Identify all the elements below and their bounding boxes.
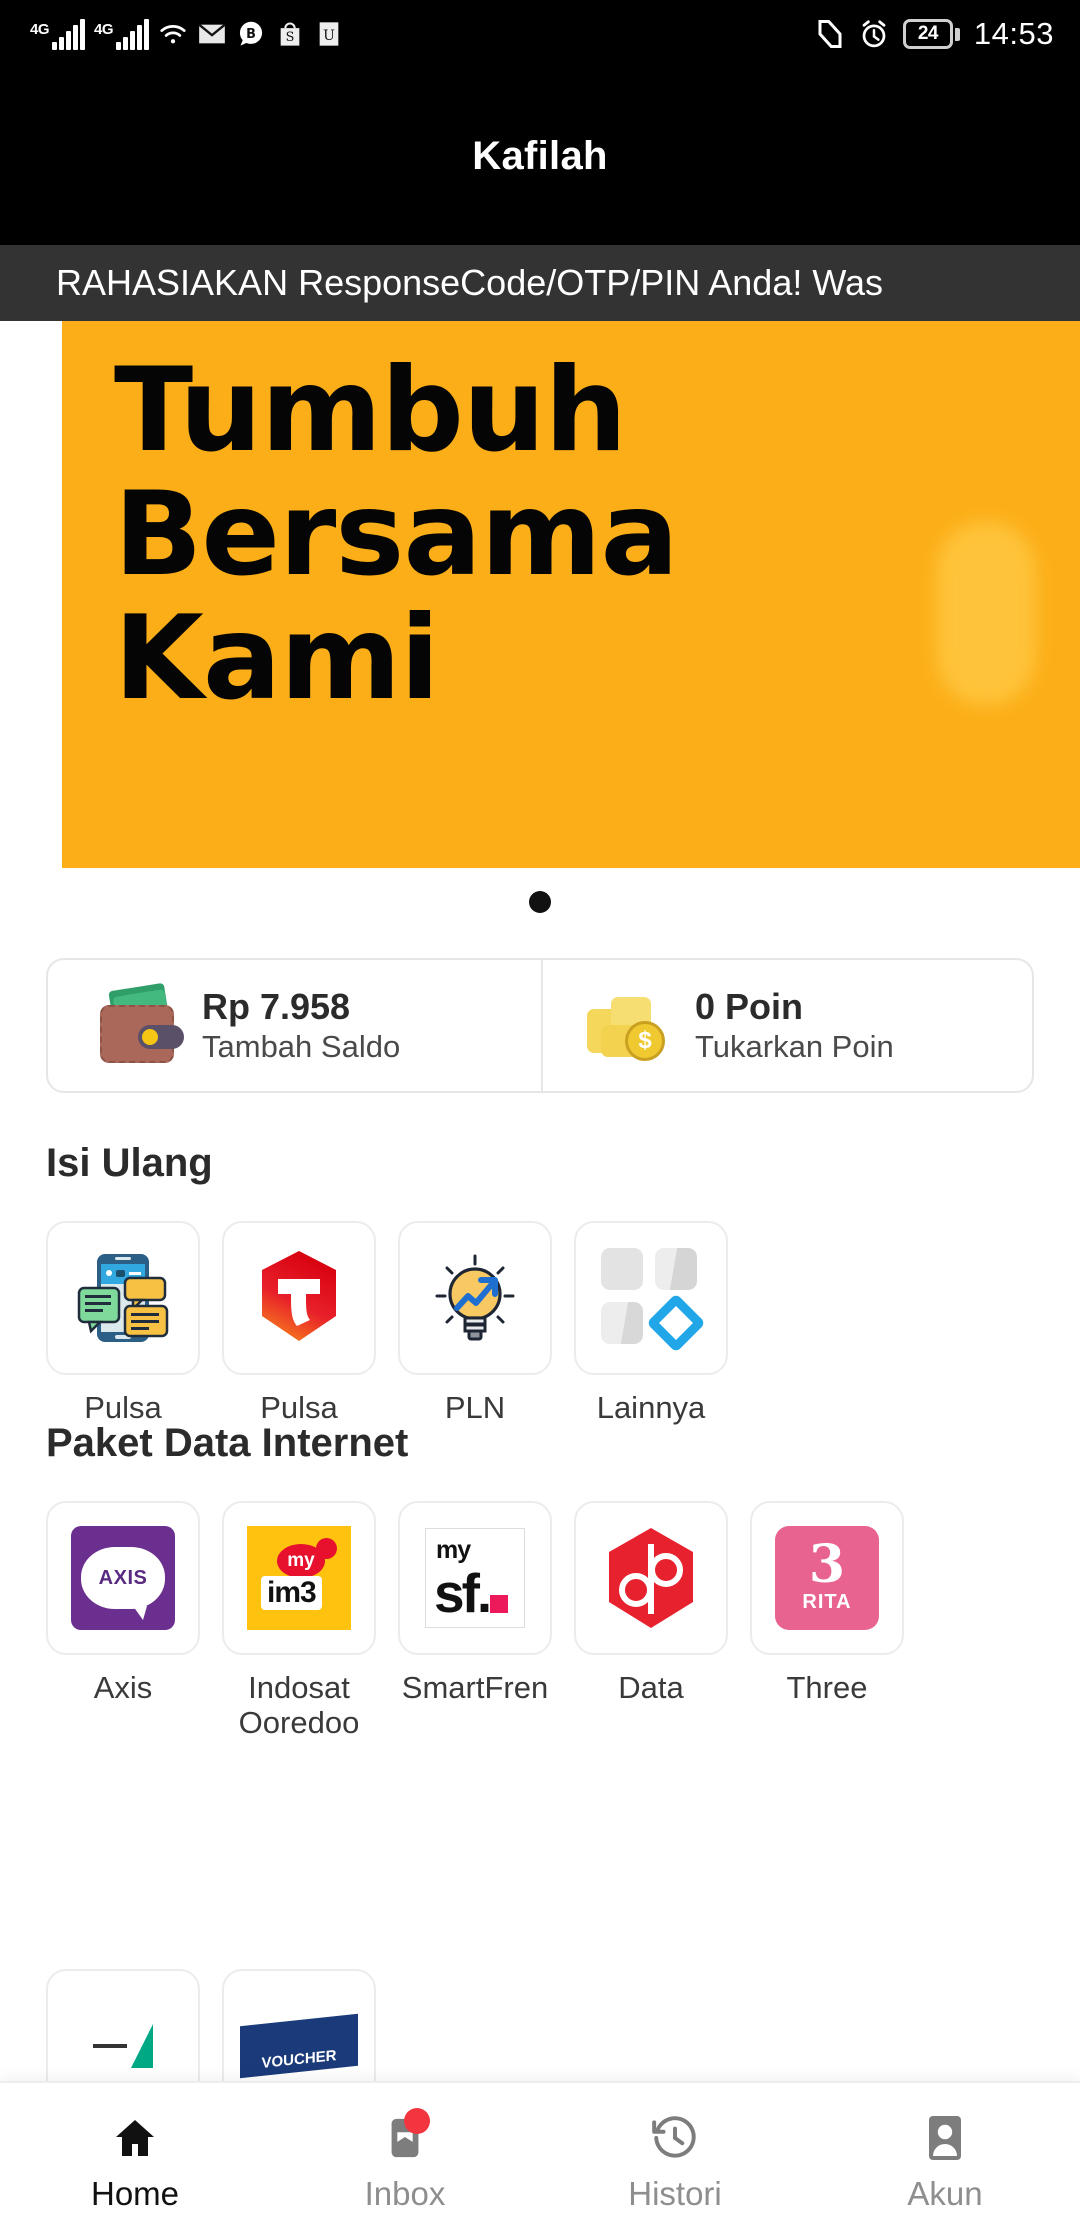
tile-pulsa-1[interactable]: Pulsa — [46, 1221, 200, 1426]
poin-amount: 0 Poin — [695, 986, 804, 1028]
coins-icon: $ — [585, 987, 673, 1065]
tile-axis[interactable]: AXIS Axis — [46, 1501, 200, 1740]
nav-label: Histori — [628, 2174, 722, 2212]
banner-line-1: Tumbuh — [114, 343, 627, 478]
status-bar-clock: 14:53 — [973, 16, 1054, 51]
wallet-icon — [94, 982, 184, 1065]
saldo-action[interactable]: Tambah Saldo — [202, 1028, 400, 1065]
three-rita-logo: 3 RITA — [750, 1501, 904, 1655]
saldo-section[interactable]: Rp 7.958 Tambah Saldo — [48, 960, 541, 1091]
scroll-content[interactable]: Tumbuh Bersama Kami Rp 7.958 Tambah Sald… — [0, 321, 1080, 2123]
shopee-icon: S — [275, 19, 305, 49]
battery-icon: 24 — [902, 19, 960, 49]
svg-text:S: S — [286, 30, 295, 45]
tile-three[interactable]: 3 RITA Three — [750, 1501, 904, 1740]
nav-label: Home — [90, 2174, 180, 2212]
nav-item-histori[interactable]: Histori — [540, 2111, 810, 2213]
tile-label: Data — [618, 1670, 684, 1705]
tile-pln[interactable]: PLN — [398, 1221, 552, 1426]
carousel-dot-active[interactable] — [529, 891, 551, 913]
status-bar-right: 24 14:53 — [815, 16, 1054, 52]
mail-icon — [197, 19, 227, 49]
saldo-text: Rp 7.958 Tambah Saldo — [202, 986, 400, 1065]
tile-lainnya[interactable]: Lainnya — [574, 1221, 728, 1426]
tile-label: SmartFren — [401, 1670, 549, 1705]
promo-banner[interactable]: Tumbuh Bersama Kami — [62, 321, 1080, 868]
svg-text:U: U — [323, 28, 335, 44]
marquee-notice: RAHASIAKAN ResponseCode/OTP/PIN Anda! Wa… — [0, 245, 1080, 321]
telkomsel-icon — [222, 1221, 376, 1375]
tile-label: Lainnya — [596, 1390, 706, 1425]
svg-text:B: B — [246, 27, 256, 42]
banner-decoration — [936, 521, 1036, 706]
nav-item-home[interactable]: Home — [0, 2111, 270, 2213]
blibli-icon: B — [236, 19, 266, 49]
phone-chat-icon — [46, 1221, 200, 1375]
marquee-text: RAHASIAKAN ResponseCode/OTP/PIN Anda! Wa… — [56, 262, 884, 303]
banner-line-3: Kami — [114, 591, 440, 727]
axis-logo: AXIS — [46, 1501, 200, 1655]
poin-section[interactable]: $ 0 Poin Tukarkan Poin — [541, 960, 1032, 1091]
wifi-icon — [158, 19, 188, 49]
section-title-paket-data: Paket Data Internet — [46, 1421, 409, 1465]
signal-4g-icon: 4G — [94, 18, 149, 50]
isi-ulang-grid: Pulsa Pulsa PLN Lainnya — [46, 1221, 728, 1426]
lightbulb-chart-icon — [398, 1221, 552, 1375]
signal-4g-icon: 4G — [30, 18, 85, 50]
inbox-icon — [378, 2107, 432, 2165]
balance-card: Rp 7.958 Tambah Saldo $ 0 Poin Tukarkan … — [46, 958, 1034, 1093]
page-title: Kafilah — [472, 134, 608, 178]
status-bar-left: 4G 4G B S U — [30, 18, 344, 50]
nav-label: Inbox — [364, 2174, 446, 2212]
banner-line-2: Bersama — [114, 467, 679, 603]
banner-text: Tumbuh Bersama Kami — [114, 343, 679, 727]
nav-item-akun[interactable]: Akun — [810, 2111, 1080, 2213]
tile-label: Indosat Ooredoo — [238, 1670, 360, 1740]
voucher-label: VOUCHER — [240, 2013, 358, 2079]
tile-pulsa-2[interactable]: Pulsa — [222, 1221, 376, 1426]
app-screen: 4G 4G B S U 24 14:53 Kafilah RAHASIAKAN … — [0, 0, 1080, 2240]
indosat-im3-logo: my im3 — [222, 1501, 376, 1655]
saldo-amount: Rp 7.958 — [202, 986, 351, 1028]
tile-indosat[interactable]: my im3 Indosat Ooredoo — [222, 1501, 376, 1740]
carousel-indicator[interactable] — [0, 891, 1080, 913]
status-bar: 4G 4G B S U 24 14:53 — [0, 0, 1080, 68]
tile-smartfren[interactable]: my sf. SmartFren — [398, 1501, 552, 1740]
poin-action[interactable]: Tukarkan Poin — [695, 1028, 894, 1065]
nav-label: Akun — [907, 2174, 983, 2212]
poin-text: 0 Poin Tukarkan Poin — [695, 986, 894, 1065]
smartfren-logo: my sf. — [398, 1501, 552, 1655]
nfc-icon — [815, 19, 845, 49]
battery-level: 24 — [902, 19, 953, 49]
app-icon: U — [314, 19, 344, 49]
history-icon — [648, 2111, 702, 2165]
home-icon — [108, 2111, 162, 2165]
paket-data-grid: AXIS Axis my im3 Indosat Ooredoo my sf. Sm… — [46, 1501, 904, 1740]
tile-label: PLN — [444, 1390, 506, 1425]
tile-label: Three — [786, 1670, 868, 1705]
data-hexagon-logo — [574, 1501, 728, 1655]
nav-item-inbox[interactable]: Inbox — [270, 2107, 540, 2213]
section-title-isi-ulang: Isi Ulang — [46, 1141, 213, 1185]
account-icon — [918, 2111, 972, 2165]
alarm-icon — [859, 19, 889, 49]
grid-more-icon — [574, 1221, 728, 1375]
tile-label: Axis — [93, 1670, 153, 1705]
tile-data[interactable]: Data — [574, 1501, 728, 1740]
inbox-badge — [404, 2107, 430, 2134]
app-bar: Kafilah — [0, 68, 1080, 245]
bottom-navigation: Home Inbox Histori Akun — [0, 2081, 1080, 2240]
